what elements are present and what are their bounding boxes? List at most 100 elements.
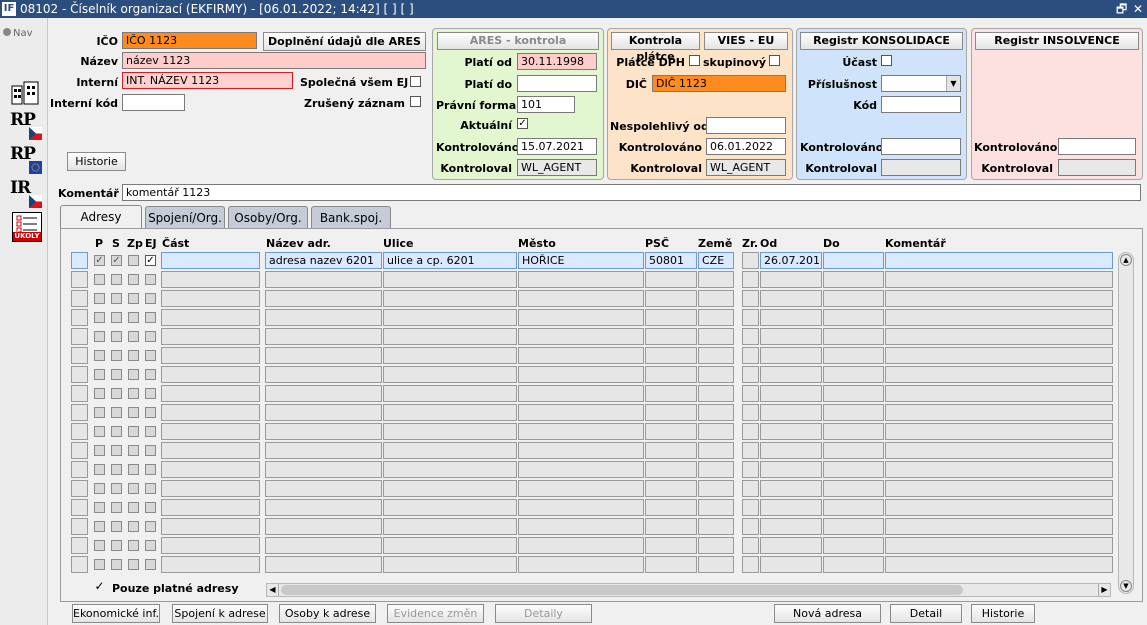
cell-zeme[interactable] [698,518,734,535]
cell-od[interactable] [760,290,822,307]
cell-komentar[interactable] [885,309,1113,326]
row-checkbox-zr[interactable] [742,556,759,573]
row-checkbox-zr[interactable] [742,347,759,364]
platce-kontrolovano-field[interactable]: 06.01.2022 [706,138,786,155]
cell-komentar[interactable] [885,556,1113,573]
cell-komentar[interactable] [885,461,1113,478]
ares-kontrolovano-field[interactable]: 15.07.2021 [517,138,597,155]
row-checkbox-zr[interactable] [742,537,759,554]
pravni-forma-field[interactable]: 101 [517,96,575,113]
row-selector[interactable] [71,404,88,421]
skupinovy-checkbox[interactable] [769,55,780,66]
cell-od[interactable] [760,404,822,421]
cell-ulice[interactable] [383,556,517,573]
ares-check-button[interactable]: ARES - kontrola [437,32,599,50]
ins-kontrolovano-field[interactable] [1058,138,1136,155]
row-selector[interactable] [71,385,88,402]
cell-mesto[interactable] [518,499,644,516]
konsolidace-button[interactable]: Registr KONSOLIDACE [800,32,963,50]
row-checkbox-ej[interactable] [145,445,156,456]
cell-nazev[interactable] [265,347,382,364]
cell-psc[interactable] [645,290,697,307]
cell-od[interactable] [760,328,822,345]
nav-button[interactable]: Nav [3,28,33,39]
ico-field[interactable]: IČO 1123 [122,32,257,49]
cell-psc[interactable] [645,518,697,535]
cell-do[interactable] [823,442,884,459]
cell-ulice[interactable] [383,461,517,478]
row-checkbox-p[interactable] [94,331,105,342]
cell-zeme[interactable] [698,309,734,326]
cell-od[interactable] [760,556,822,573]
interni-field[interactable]: INT. NÁZEV 1123 [122,72,293,89]
cell-mesto[interactable] [518,518,644,535]
row-checkbox-s[interactable] [111,483,122,494]
rp-eu-tool[interactable]: RP [10,144,42,174]
nova-adresa-button[interactable]: Nová adresa [774,604,881,623]
row-checkbox-ej[interactable] [145,483,156,494]
cell-nazev[interactable] [265,461,382,478]
cell-komentar[interactable] [885,328,1113,345]
row-checkbox-ej[interactable] [145,521,156,532]
cell-mesto[interactable] [518,271,644,288]
row-checkbox-s[interactable] [111,369,122,380]
horizontal-scrollbar[interactable]: ◀ ▶ [266,583,1111,597]
row-checkbox-s[interactable] [111,388,122,399]
row-checkbox-p[interactable] [94,350,105,361]
cell-do[interactable] [823,309,884,326]
cell-komentar[interactable] [885,290,1113,307]
cell-do[interactable] [823,290,884,307]
evidence-zmen-button[interactable]: Evidence změn [387,604,484,623]
row-checkbox-p[interactable] [94,407,105,418]
cell-do[interactable] [823,461,884,478]
aktualni-checkbox[interactable]: ✓ [517,118,528,129]
rp-cz-tool[interactable]: RP [10,110,42,140]
row-checkbox-s[interactable]: ✓ [111,255,122,266]
cell-od[interactable] [760,366,822,383]
row-checkbox-zr[interactable] [742,366,759,383]
row-selector[interactable] [71,480,88,497]
close-icon[interactable]: ✕ [1133,0,1143,18]
scroll-thumb[interactable] [281,585,963,595]
row-checkbox-zr[interactable] [742,423,759,440]
cell-mesto[interactable] [518,404,644,421]
nazev-field[interactable]: název 1123 [122,52,426,69]
cell-od[interactable] [760,480,822,497]
row-checkbox-zp[interactable] [128,483,139,494]
vies-eu-button[interactable]: VIES - EU [704,32,788,50]
row-checkbox-p[interactable] [94,445,105,456]
nespolehlivy-field[interactable] [706,117,786,134]
cell-ulice[interactable] [383,290,517,307]
cell-zeme[interactable] [698,385,734,402]
row-checkbox-p[interactable] [94,521,105,532]
cell-mesto[interactable] [518,290,644,307]
cell-nazev[interactable] [265,290,382,307]
cell-komentar[interactable] [885,499,1113,516]
cell-komentar[interactable] [885,347,1113,364]
tab-spojeni[interactable]: Spojení/Org. [145,206,225,228]
cell-psc[interactable] [645,385,697,402]
cell-ulice[interactable] [383,366,517,383]
row-checkbox-p[interactable] [94,559,105,570]
row-selector[interactable] [71,556,88,573]
row-checkbox-ej[interactable] [145,464,156,475]
row-checkbox-s[interactable] [111,426,122,437]
row-checkbox-ej[interactable] [145,350,156,361]
tab-bank[interactable]: Bank.spoj. [311,206,391,228]
row-checkbox-zp[interactable] [128,464,139,475]
cell-psc[interactable] [645,271,697,288]
cell-od[interactable] [760,309,822,326]
row-checkbox-zr[interactable] [742,385,759,402]
detaily-button[interactable]: Detaily [495,604,592,623]
cell-ulice[interactable] [383,309,517,326]
cell-nazev[interactable] [265,480,382,497]
cell-psc[interactable] [645,328,697,345]
row-selector[interactable] [71,499,88,516]
row-checkbox-s[interactable] [111,521,122,532]
row-checkbox-ej[interactable] [145,559,156,570]
cell-cast[interactable] [161,347,260,364]
cell-mesto[interactable] [518,537,644,554]
row-checkbox-ej[interactable]: ✓ [145,255,156,266]
ares-fill-button[interactable]: Doplnění údajů dle ARES [263,32,426,51]
cell-ulice[interactable] [383,480,517,497]
